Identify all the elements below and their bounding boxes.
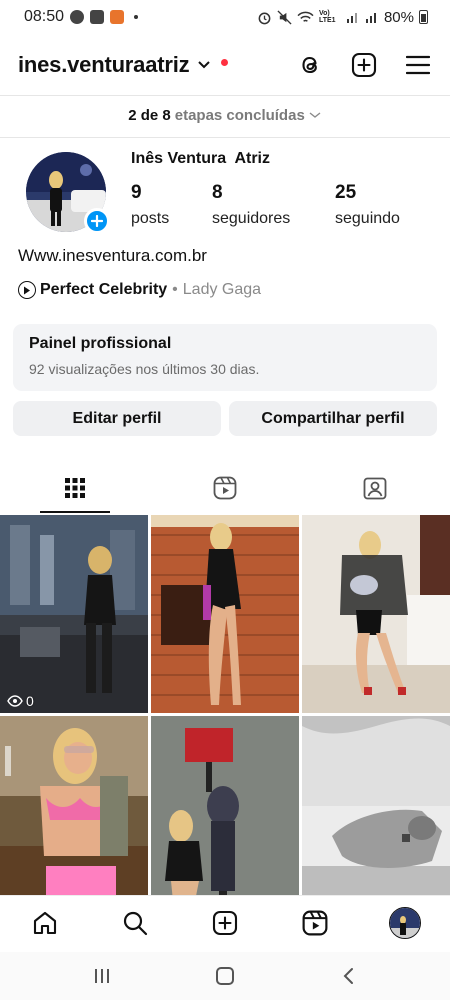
recents-icon bbox=[94, 969, 109, 983]
followers-count: 8 bbox=[212, 182, 223, 203]
recents-button[interactable] bbox=[82, 956, 122, 996]
whatsapp-icon bbox=[70, 10, 85, 24]
search-icon bbox=[123, 911, 148, 935]
status-bar: 08:50 Vo) LTE1 80% bbox=[0, 0, 450, 34]
professional-dashboard[interactable]: Painel profissional 92 visualizações nos… bbox=[13, 324, 437, 391]
edit-profile-button[interactable]: Editar perfil bbox=[13, 401, 221, 436]
header-divider bbox=[0, 95, 450, 96]
plus-square-icon bbox=[212, 910, 238, 935]
post-tile[interactable] bbox=[151, 716, 299, 914]
chevron-down-icon bbox=[309, 112, 321, 118]
followers-label: seguidores bbox=[212, 210, 291, 227]
tab-reels[interactable] bbox=[150, 463, 300, 513]
reels-icon bbox=[302, 910, 328, 935]
nav-search[interactable] bbox=[90, 910, 180, 936]
signal-icon bbox=[346, 13, 357, 23]
post-tile[interactable] bbox=[151, 515, 299, 713]
more-notifications-icon bbox=[134, 15, 139, 19]
post-tile[interactable] bbox=[302, 716, 450, 914]
threads-icon bbox=[302, 56, 317, 74]
menu-icon bbox=[406, 55, 430, 75]
post-views: 0 bbox=[7, 693, 34, 709]
posts-grid: 0 bbox=[0, 515, 450, 914]
app-notification-icon bbox=[110, 10, 125, 24]
stat-followers[interactable]: 8 seguidores bbox=[212, 180, 335, 232]
notification-dot bbox=[221, 58, 229, 66]
posts-count: 9 bbox=[131, 182, 142, 203]
mute-icon bbox=[277, 9, 292, 25]
eye-icon bbox=[7, 695, 23, 707]
avatar bbox=[389, 906, 421, 939]
nav-reels[interactable] bbox=[270, 910, 360, 936]
stat-following[interactable]: 25 seguindo bbox=[335, 180, 400, 232]
profile-header: ines.venturaatriz bbox=[0, 40, 450, 90]
add-story-button[interactable] bbox=[84, 208, 110, 234]
post-tile[interactable] bbox=[302, 515, 450, 713]
post-tile[interactable]: 0 bbox=[0, 515, 148, 713]
battery-icon bbox=[419, 10, 428, 24]
home-icon bbox=[33, 911, 57, 934]
pro-panel-subtitle: 92 visualizações nos últimos 30 dias. bbox=[29, 361, 260, 377]
create-button[interactable] bbox=[350, 51, 378, 79]
bottom-navigation bbox=[0, 895, 450, 949]
home-button[interactable] bbox=[205, 956, 245, 996]
share-profile-button[interactable]: Compartilhar perfil bbox=[229, 401, 437, 436]
plus-square-icon bbox=[351, 52, 377, 78]
gallery-icon bbox=[90, 10, 105, 24]
website-link[interactable]: Www.inesventura.com.br bbox=[18, 246, 207, 266]
profile-music[interactable]: Perfect Celebrity • Lady Gaga bbox=[18, 281, 261, 299]
tagged-icon bbox=[363, 477, 387, 500]
content-tabs bbox=[0, 463, 450, 513]
profile-actions: Editar perfil Compartilhar perfil bbox=[13, 401, 437, 436]
pro-panel-title: Painel profissional bbox=[29, 335, 172, 352]
music-song: Perfect Celebrity bbox=[40, 281, 168, 298]
music-artist: Lady Gaga bbox=[182, 281, 262, 298]
profile-stats: 9 posts 8 seguidores 25 seguindo bbox=[131, 180, 400, 232]
music-separator: • bbox=[172, 281, 178, 298]
following-label: seguindo bbox=[335, 210, 400, 227]
chevron-down-icon[interactable] bbox=[197, 60, 211, 70]
reels-icon bbox=[213, 476, 237, 500]
menu-button[interactable] bbox=[404, 51, 432, 79]
post-views-count: 0 bbox=[26, 693, 34, 709]
wifi-icon bbox=[297, 11, 314, 22]
tab-grid[interactable] bbox=[0, 463, 150, 513]
threads-button[interactable] bbox=[296, 51, 324, 79]
network-label: Vo) LTE1 bbox=[318, 10, 336, 24]
grid-icon bbox=[65, 478, 85, 498]
onboarding-steps[interactable]: 2 de 8 etapas concluídas bbox=[0, 100, 450, 130]
steps-count: 2 de 8 bbox=[128, 106, 171, 124]
steps-divider bbox=[0, 137, 450, 138]
display-name: Inês Ventura Atriz bbox=[131, 150, 270, 167]
profile-avatar[interactable] bbox=[26, 152, 110, 234]
following-count: 25 bbox=[335, 182, 357, 203]
play-icon bbox=[18, 281, 36, 299]
tab-tagged[interactable] bbox=[300, 463, 450, 513]
system-navigation bbox=[0, 952, 450, 1000]
alarm-icon bbox=[258, 12, 271, 24]
home-square-icon bbox=[215, 967, 234, 985]
plus-icon bbox=[91, 215, 103, 227]
back-icon bbox=[343, 968, 354, 984]
battery-level: 80% bbox=[383, 8, 414, 26]
post-tile[interactable] bbox=[0, 716, 148, 914]
nav-profile[interactable] bbox=[360, 906, 450, 939]
stat-posts[interactable]: 9 posts bbox=[131, 180, 212, 232]
status-time: 08:50 bbox=[24, 8, 65, 25]
nav-home[interactable] bbox=[0, 910, 90, 936]
signal-icon-2 bbox=[365, 13, 376, 23]
posts-label: posts bbox=[131, 210, 170, 227]
back-button[interactable] bbox=[328, 956, 368, 996]
nav-create[interactable] bbox=[180, 910, 270, 936]
steps-label: etapas concluídas bbox=[174, 106, 305, 124]
username[interactable]: ines.venturaatriz bbox=[18, 52, 190, 78]
